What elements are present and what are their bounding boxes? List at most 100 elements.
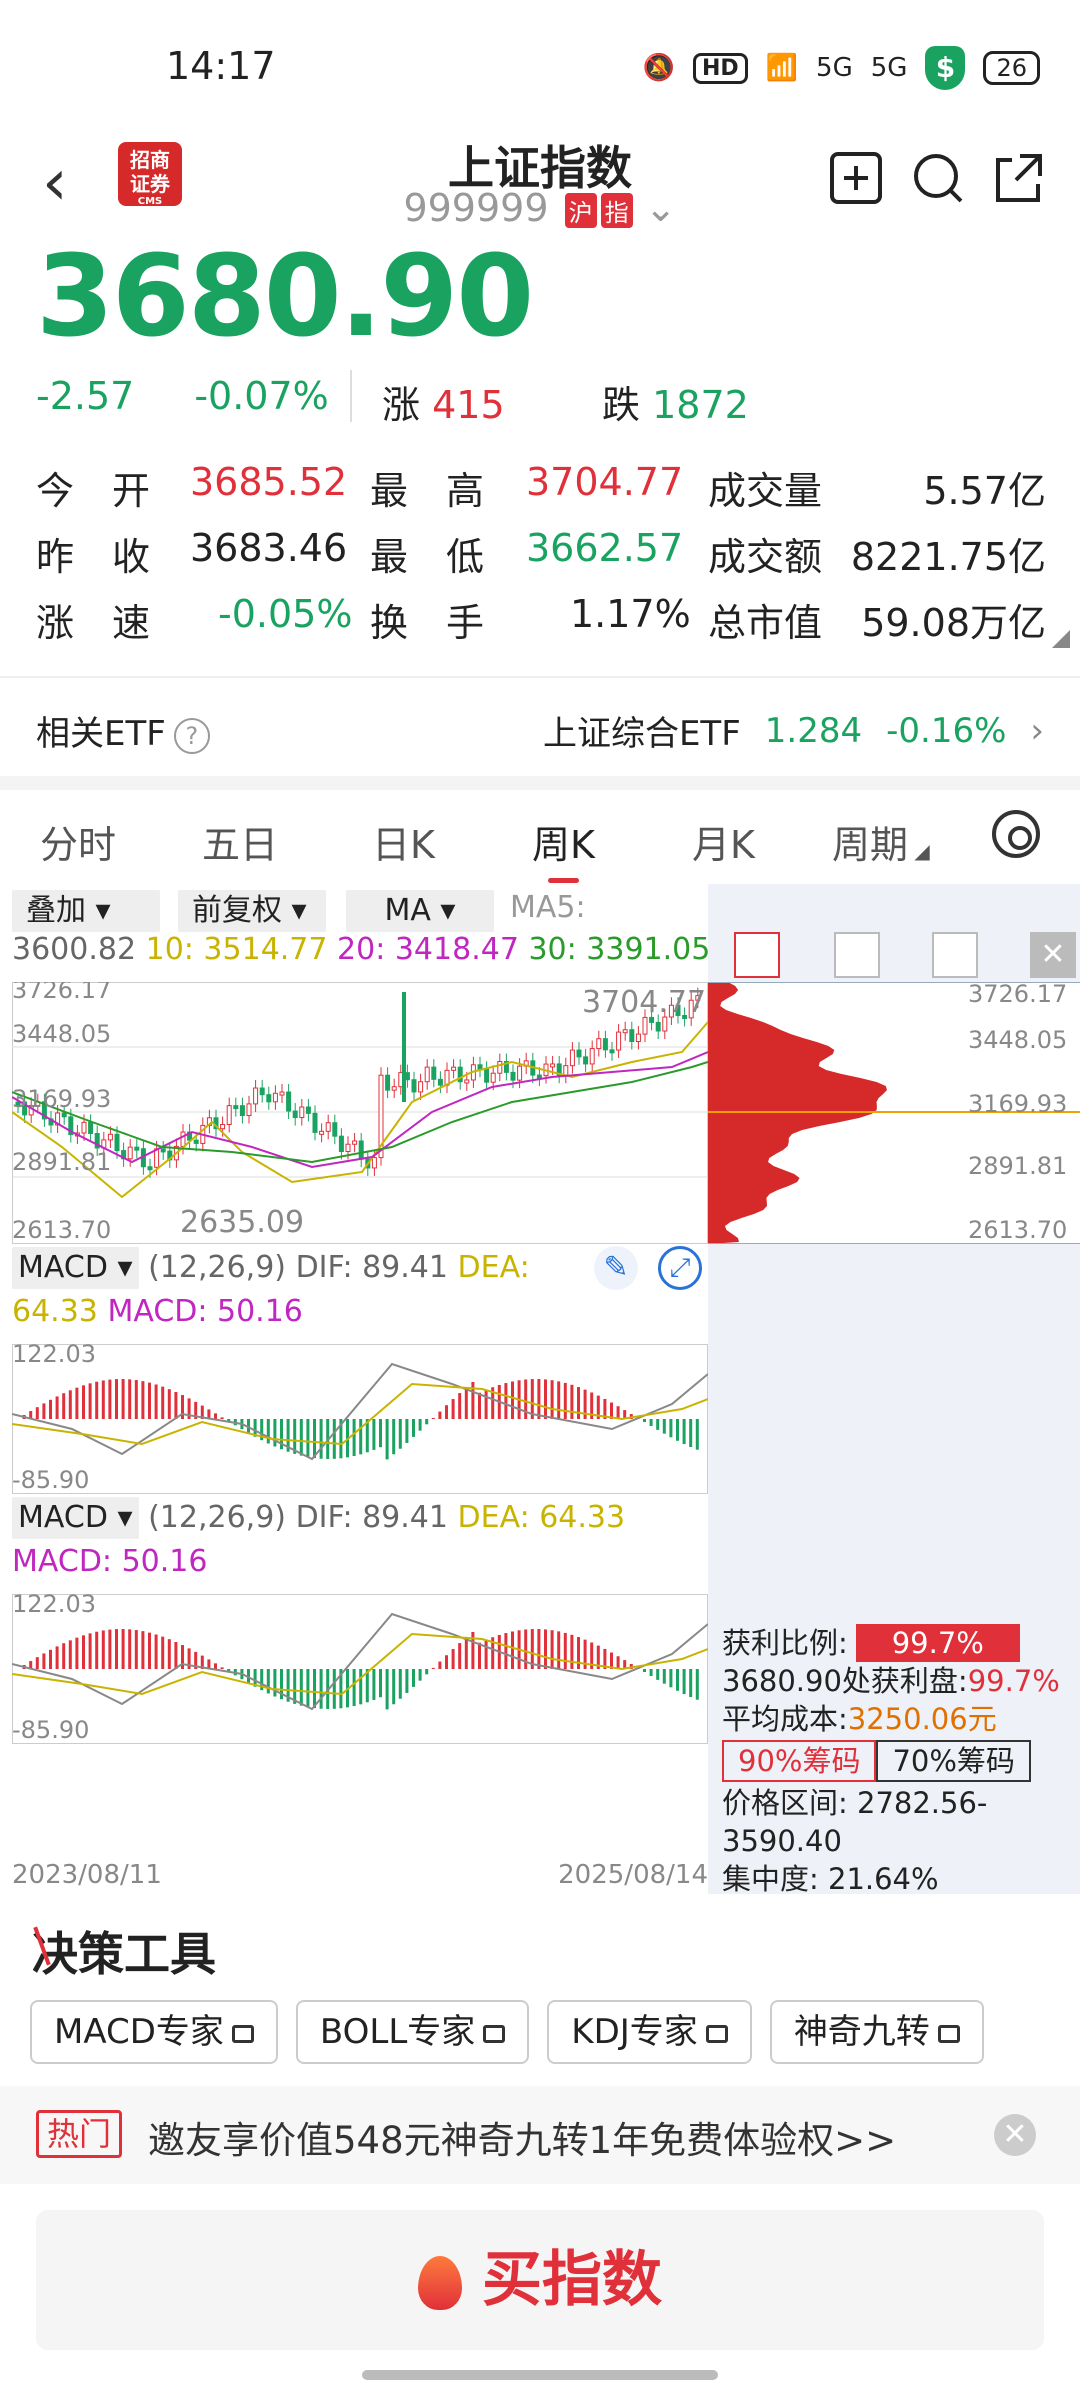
stock-code: 999999 — [403, 186, 549, 230]
candle-body — [484, 1068, 490, 1083]
change-percent: -0.07% — [194, 374, 329, 418]
buy-index-button[interactable]: 买指数 — [36, 2210, 1044, 2350]
candle-body — [312, 1112, 318, 1133]
add-watchlist-icon[interactable] — [826, 150, 886, 210]
index-tag: 指 — [600, 193, 633, 228]
help-icon[interactable]: ? — [173, 717, 210, 754]
macd-bar — [484, 1639, 488, 1669]
tab-daily-k[interactable]: 日K — [372, 814, 435, 869]
search-icon[interactable] — [908, 150, 968, 210]
macd-bar — [154, 1634, 158, 1669]
candle-body — [107, 1133, 113, 1141]
macd-bar — [319, 1669, 323, 1709]
macd-bar — [689, 1419, 693, 1447]
svg-text:2613.70: 2613.70 — [968, 1216, 1067, 1244]
tab-period[interactable]: 周期 ◢ — [832, 814, 930, 869]
candle-body — [246, 1103, 252, 1116]
tab-intraday[interactable]: 分时 — [40, 814, 116, 869]
edit-pencil-icon[interactable]: ✎ — [594, 1246, 638, 1290]
adjust-dropdown[interactable]: 前复权 ▾ — [178, 890, 326, 932]
tab-five-day[interactable]: 五日 — [202, 814, 278, 869]
date-end: 2025/08/14 — [558, 1860, 708, 1890]
candle-body — [305, 1106, 311, 1114]
battery-icon: 26 — [983, 51, 1040, 85]
macd-bar — [115, 1629, 118, 1669]
macd-bar — [161, 1636, 165, 1669]
svg-text:-85.90: -85.90 — [12, 1716, 89, 1744]
macd-bar — [458, 1643, 462, 1669]
macd-plot-1[interactable]: 122.03 -85.90 — [12, 1344, 708, 1494]
svg-text:3448.05: 3448.05 — [968, 1026, 1067, 1054]
macd-bar — [570, 1634, 574, 1669]
macd-bar — [511, 1631, 514, 1669]
close-panel-icon[interactable]: ✕ — [1030, 932, 1076, 978]
home-indicator[interactable] — [362, 2370, 718, 2380]
macd-bar — [372, 1419, 376, 1450]
expand-icon[interactable]: ⤢ — [658, 1246, 702, 1290]
kline-plot[interactable]: 3726.17 3448.05 3169.93 2891.81 2613.70 … — [12, 982, 708, 1244]
macd-plot-2[interactable]: 122.03 -85.90 — [12, 1594, 708, 1744]
speed-value: -0.05% — [218, 592, 353, 636]
tab-weekly-k[interactable]: 周K — [532, 814, 595, 883]
macd-bar — [293, 1669, 297, 1704]
axis-tick: 2891.81 — [12, 1148, 111, 1176]
chip-70-button[interactable]: 70%筹码 — [876, 1740, 1031, 1782]
macd-bar — [121, 1379, 125, 1419]
expand-corner-icon[interactable] — [1052, 630, 1070, 648]
volume-value: 5.57亿 — [923, 469, 1046, 513]
macd-bar — [95, 1631, 99, 1669]
macd-bar — [379, 1419, 382, 1448]
candle-body — [292, 1110, 298, 1119]
chip-90-button[interactable]: 90%筹码 — [722, 1740, 877, 1782]
macd-bar — [332, 1419, 336, 1459]
chip-mode-icon-1[interactable] — [734, 932, 780, 978]
macd-bar — [352, 1419, 356, 1457]
candle-body — [286, 1091, 292, 1112]
candle-body — [299, 1106, 305, 1119]
macd-bar — [676, 1419, 679, 1441]
candle-body — [490, 1072, 496, 1083]
candle-body — [114, 1133, 120, 1152]
chip-distribution-panel: ✕ 3726.17 3448.05 3169.93 2891.81 2613.7… — [708, 884, 1080, 1896]
close-icon[interactable]: ✕ — [994, 2114, 1036, 2156]
candle-body — [437, 1078, 443, 1086]
macd-bar — [313, 1419, 316, 1459]
promo-banner[interactable]: 热门 邀友享价值548元神奇九转1年免费体验权>> ✕ — [0, 2086, 1080, 2184]
macd-bar — [88, 1633, 92, 1669]
tool-td9-button[interactable]: 神奇九转 — [769, 2000, 984, 2064]
macd-bar — [478, 1642, 481, 1669]
ma-dropdown[interactable]: MA ▾ — [346, 890, 494, 932]
related-etf-row[interactable]: 相关ETF? 上证综合ETF 1.284 -0.16% › — [0, 680, 1080, 776]
settings-gear-icon[interactable] — [992, 810, 1040, 858]
status-bar: 14:17 🔕 HD 📶 5G 5G $ 26 — [0, 0, 1080, 132]
tool-boll-button[interactable]: BOLL专家 — [295, 2000, 530, 2064]
macd-bar — [537, 1379, 541, 1419]
candle-body — [609, 1049, 615, 1054]
macd-dropdown-2[interactable]: MACD ▾ — [12, 1497, 139, 1539]
candle-body — [279, 1091, 285, 1096]
axis-tick: 3169.93 — [12, 1085, 111, 1113]
macd-bar — [214, 1413, 217, 1419]
tools-title: 决策工具 — [32, 1918, 216, 1984]
share-icon[interactable] — [988, 150, 1048, 210]
chip-mode-icon-2[interactable] — [834, 932, 880, 978]
promo-text[interactable]: 邀友享价值548元神奇九转1年免费体验权>> — [148, 2110, 896, 2164]
tool-kdj-button[interactable]: KDJ专家 — [547, 2000, 752, 2064]
chip-mode-icon-3[interactable] — [932, 932, 978, 978]
macd-bar — [550, 1380, 554, 1419]
macd-bar — [431, 1417, 435, 1419]
candle-body — [596, 1038, 602, 1050]
current-price: 3680.90 — [36, 232, 534, 362]
lock-icon — [483, 2024, 506, 2043]
chip-info: 获利比例: 99.7% 3680.90处获利盘:99.7% 平均成本:3250.0… — [722, 1624, 1080, 1898]
macd-bar — [75, 1387, 79, 1419]
tab-monthly-k[interactable]: 月K — [692, 814, 755, 869]
macd-bar — [220, 1667, 224, 1669]
macd-bar — [643, 1419, 646, 1423]
macd-bar — [504, 1383, 508, 1419]
macd-dropdown[interactable]: MACD ▾ — [12, 1247, 139, 1289]
tool-macd-button[interactable]: MACD专家 — [30, 2000, 278, 2064]
macd-bar — [451, 1399, 455, 1419]
overlay-dropdown[interactable]: 叠加 ▾ — [12, 890, 160, 932]
tools-row: MACD专家 BOLL专家 KDJ专家 神奇九转 — [30, 2000, 984, 2064]
